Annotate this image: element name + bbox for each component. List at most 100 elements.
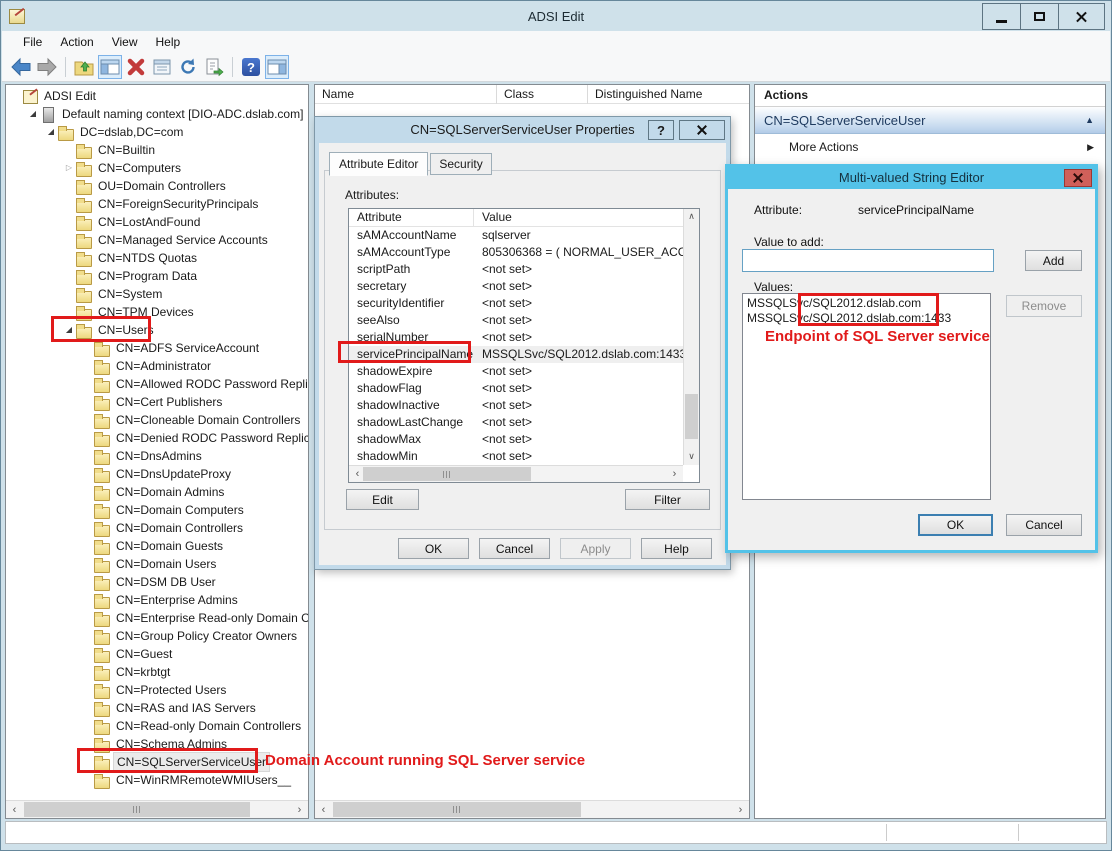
apply-button[interactable]: Apply [560, 538, 631, 559]
tree-item[interactable]: CN=NTDS Quotas [6, 249, 308, 267]
attributes-horizontal-scrollbar[interactable]: ‹ › [349, 465, 683, 482]
tree-item[interactable]: CN=Program Data [6, 267, 308, 285]
attribute-row[interactable]: secretary<not set> [349, 278, 683, 295]
mvse-cancel-button[interactable]: Cancel [1006, 514, 1082, 536]
tree-item[interactable]: CN=Read-only Domain Controllers [6, 717, 308, 735]
tree-item[interactable]: CN=Allowed RODC Password Replica [6, 375, 308, 393]
scroll-right-icon[interactable]: › [291, 801, 308, 818]
attribute-row[interactable]: shadowLastChange<not set> [349, 414, 683, 431]
tree-item[interactable]: CN=Enterprise Read-only Domain Cc [6, 609, 308, 627]
scroll-right-icon[interactable]: › [666, 466, 683, 482]
value-to-add-input[interactable] [742, 249, 994, 272]
tree-item[interactable]: CN=Builtin [6, 141, 308, 159]
tree-item[interactable]: ◢CN=Users [6, 321, 308, 339]
actions-group-header[interactable]: CN=SQLServerServiceUser ▲ [755, 107, 1105, 134]
tab-security[interactable]: Security [430, 153, 491, 175]
tree-item[interactable]: ADSI Edit [6, 87, 308, 105]
tree-item[interactable]: CN=Schema Admins [6, 735, 308, 753]
dialog-help-button[interactable]: ? [648, 120, 674, 140]
tree-item[interactable]: CN=DSM DB User [6, 573, 308, 591]
tree-item[interactable]: CN=krbtgt [6, 663, 308, 681]
maximize-button[interactable] [1020, 3, 1059, 30]
mvse-ok-button[interactable]: OK [918, 514, 993, 536]
tree-item[interactable]: CN=System [6, 285, 308, 303]
ok-button[interactable]: OK [398, 538, 469, 559]
tree-item[interactable]: CN=TPM Devices [6, 303, 308, 321]
tree-item[interactable]: CN=Domain Users [6, 555, 308, 573]
attribute-column-header[interactable]: Attribute [349, 209, 474, 226]
attribute-row[interactable]: serialNumber<not set> [349, 329, 683, 346]
scroll-left-icon[interactable]: ‹ [6, 801, 23, 818]
expanded-arrow-icon[interactable]: ◢ [26, 105, 40, 123]
scroll-right-icon[interactable]: › [732, 801, 749, 818]
tree-item[interactable]: CN=Guest [6, 645, 308, 663]
attribute-row[interactable]: shadowExpire<not set> [349, 363, 683, 380]
attribute-row[interactable]: securityIdentifier<not set> [349, 295, 683, 312]
attribute-row[interactable]: shadowInactive<not set> [349, 397, 683, 414]
tree-item[interactable]: CN=Domain Admins [6, 483, 308, 501]
tree-item[interactable]: CN=Managed Service Accounts [6, 231, 308, 249]
tree-item[interactable]: CN=Cloneable Domain Controllers [6, 411, 308, 429]
up-one-level-icon[interactable] [72, 55, 96, 79]
help-icon[interactable]: ? [239, 55, 263, 79]
column-class[interactable]: Class [497, 85, 588, 104]
attributes-vertical-scrollbar[interactable]: ∧ ∨ [683, 209, 699, 465]
tree-item[interactable]: CN=RAS and IAS Servers [6, 699, 308, 717]
values-list[interactable]: MSSQLSvc/SQL2012.dslab.comMSSQLSvc/SQL20… [742, 293, 991, 500]
scroll-thumb[interactable] [24, 802, 250, 817]
delete-icon[interactable] [124, 55, 148, 79]
menu-action[interactable]: Action [51, 32, 102, 52]
attribute-row[interactable]: seeAlso<not set> [349, 312, 683, 329]
help-button[interactable]: Help [641, 538, 712, 559]
collapse-arrow-icon[interactable]: ▲ [1085, 115, 1105, 125]
attribute-row[interactable]: scriptPath<not set> [349, 261, 683, 278]
edit-button[interactable]: Edit [346, 489, 419, 510]
tree-item[interactable]: CN=WinRMRemoteWMIUsers__ [6, 771, 308, 789]
attribute-row[interactable]: sAMAccountType805306368 = ( NORMAL_USER_… [349, 244, 683, 261]
back-icon[interactable] [9, 55, 33, 79]
tree-horizontal-scrollbar[interactable]: ‹ › [6, 800, 308, 818]
tree-item[interactable]: ◢Default naming context [DIO-ADC.dslab.c… [6, 105, 308, 123]
dialog-close-button[interactable] [679, 120, 725, 140]
minimize-button[interactable] [982, 3, 1021, 30]
tree-item[interactable]: CN=Group Policy Creator Owners [6, 627, 308, 645]
column-name[interactable]: Name [315, 85, 497, 104]
list-horizontal-scrollbar[interactable]: ‹ › [315, 800, 749, 818]
filter-button[interactable]: Filter [625, 489, 710, 510]
tree-item[interactable]: CN=Denied RODC Password Replicat [6, 429, 308, 447]
tree-item[interactable]: CN=DnsAdmins [6, 447, 308, 465]
tree-item[interactable]: CN=SQLServerServiceUser [6, 753, 308, 771]
tree-item[interactable]: CN=LostAndFound [6, 213, 308, 231]
tree-item[interactable]: CN=ForeignSecurityPrincipals [6, 195, 308, 213]
mvse-close-button[interactable] [1064, 169, 1092, 187]
show-console-tree-icon[interactable] [98, 55, 122, 79]
remove-button[interactable]: Remove [1006, 295, 1082, 317]
tree-item[interactable]: CN=ADFS ServiceAccount [6, 339, 308, 357]
tree-item[interactable]: CN=Enterprise Admins [6, 591, 308, 609]
column-distinguished-name[interactable]: Distinguished Name [588, 85, 749, 104]
menu-file[interactable]: File [14, 32, 51, 52]
menu-view[interactable]: View [103, 32, 147, 52]
tree-item[interactable]: CN=Domain Computers [6, 501, 308, 519]
close-button[interactable] [1058, 3, 1105, 30]
attribute-row[interactable]: servicePrincipalNameMSSQLSvc/SQL2012.dsl… [349, 346, 683, 363]
menu-help[interactable]: Help [147, 32, 190, 52]
scroll-down-icon[interactable]: ∨ [684, 449, 699, 465]
tree-item[interactable]: CN=Domain Guests [6, 537, 308, 555]
tree-item[interactable]: CN=Domain Controllers [6, 519, 308, 537]
expanded-arrow-icon[interactable]: ◢ [44, 123, 58, 141]
value-item[interactable]: MSSQLSvc/SQL2012.dslab.com [747, 296, 990, 311]
scroll-thumb[interactable] [333, 802, 581, 817]
tab-attribute-editor[interactable]: Attribute Editor [329, 152, 428, 176]
tree-item[interactable]: ▷CN=Computers [6, 159, 308, 177]
tree-item[interactable]: CN=Protected Users [6, 681, 308, 699]
scroll-thumb[interactable] [363, 467, 531, 481]
show-action-pane-icon[interactable] [265, 55, 289, 79]
tree-item[interactable]: ◢DC=dslab,DC=com [6, 123, 308, 141]
tree-item[interactable]: CN=DnsUpdateProxy [6, 465, 308, 483]
value-item[interactable]: MSSQLSvc/SQL2012.dslab.com:1433 [747, 311, 990, 326]
tree-item[interactable]: CN=Administrator [6, 357, 308, 375]
add-button[interactable]: Add [1025, 250, 1082, 271]
tree-item[interactable]: OU=Domain Controllers [6, 177, 308, 195]
value-column-header[interactable]: Value [474, 209, 683, 226]
